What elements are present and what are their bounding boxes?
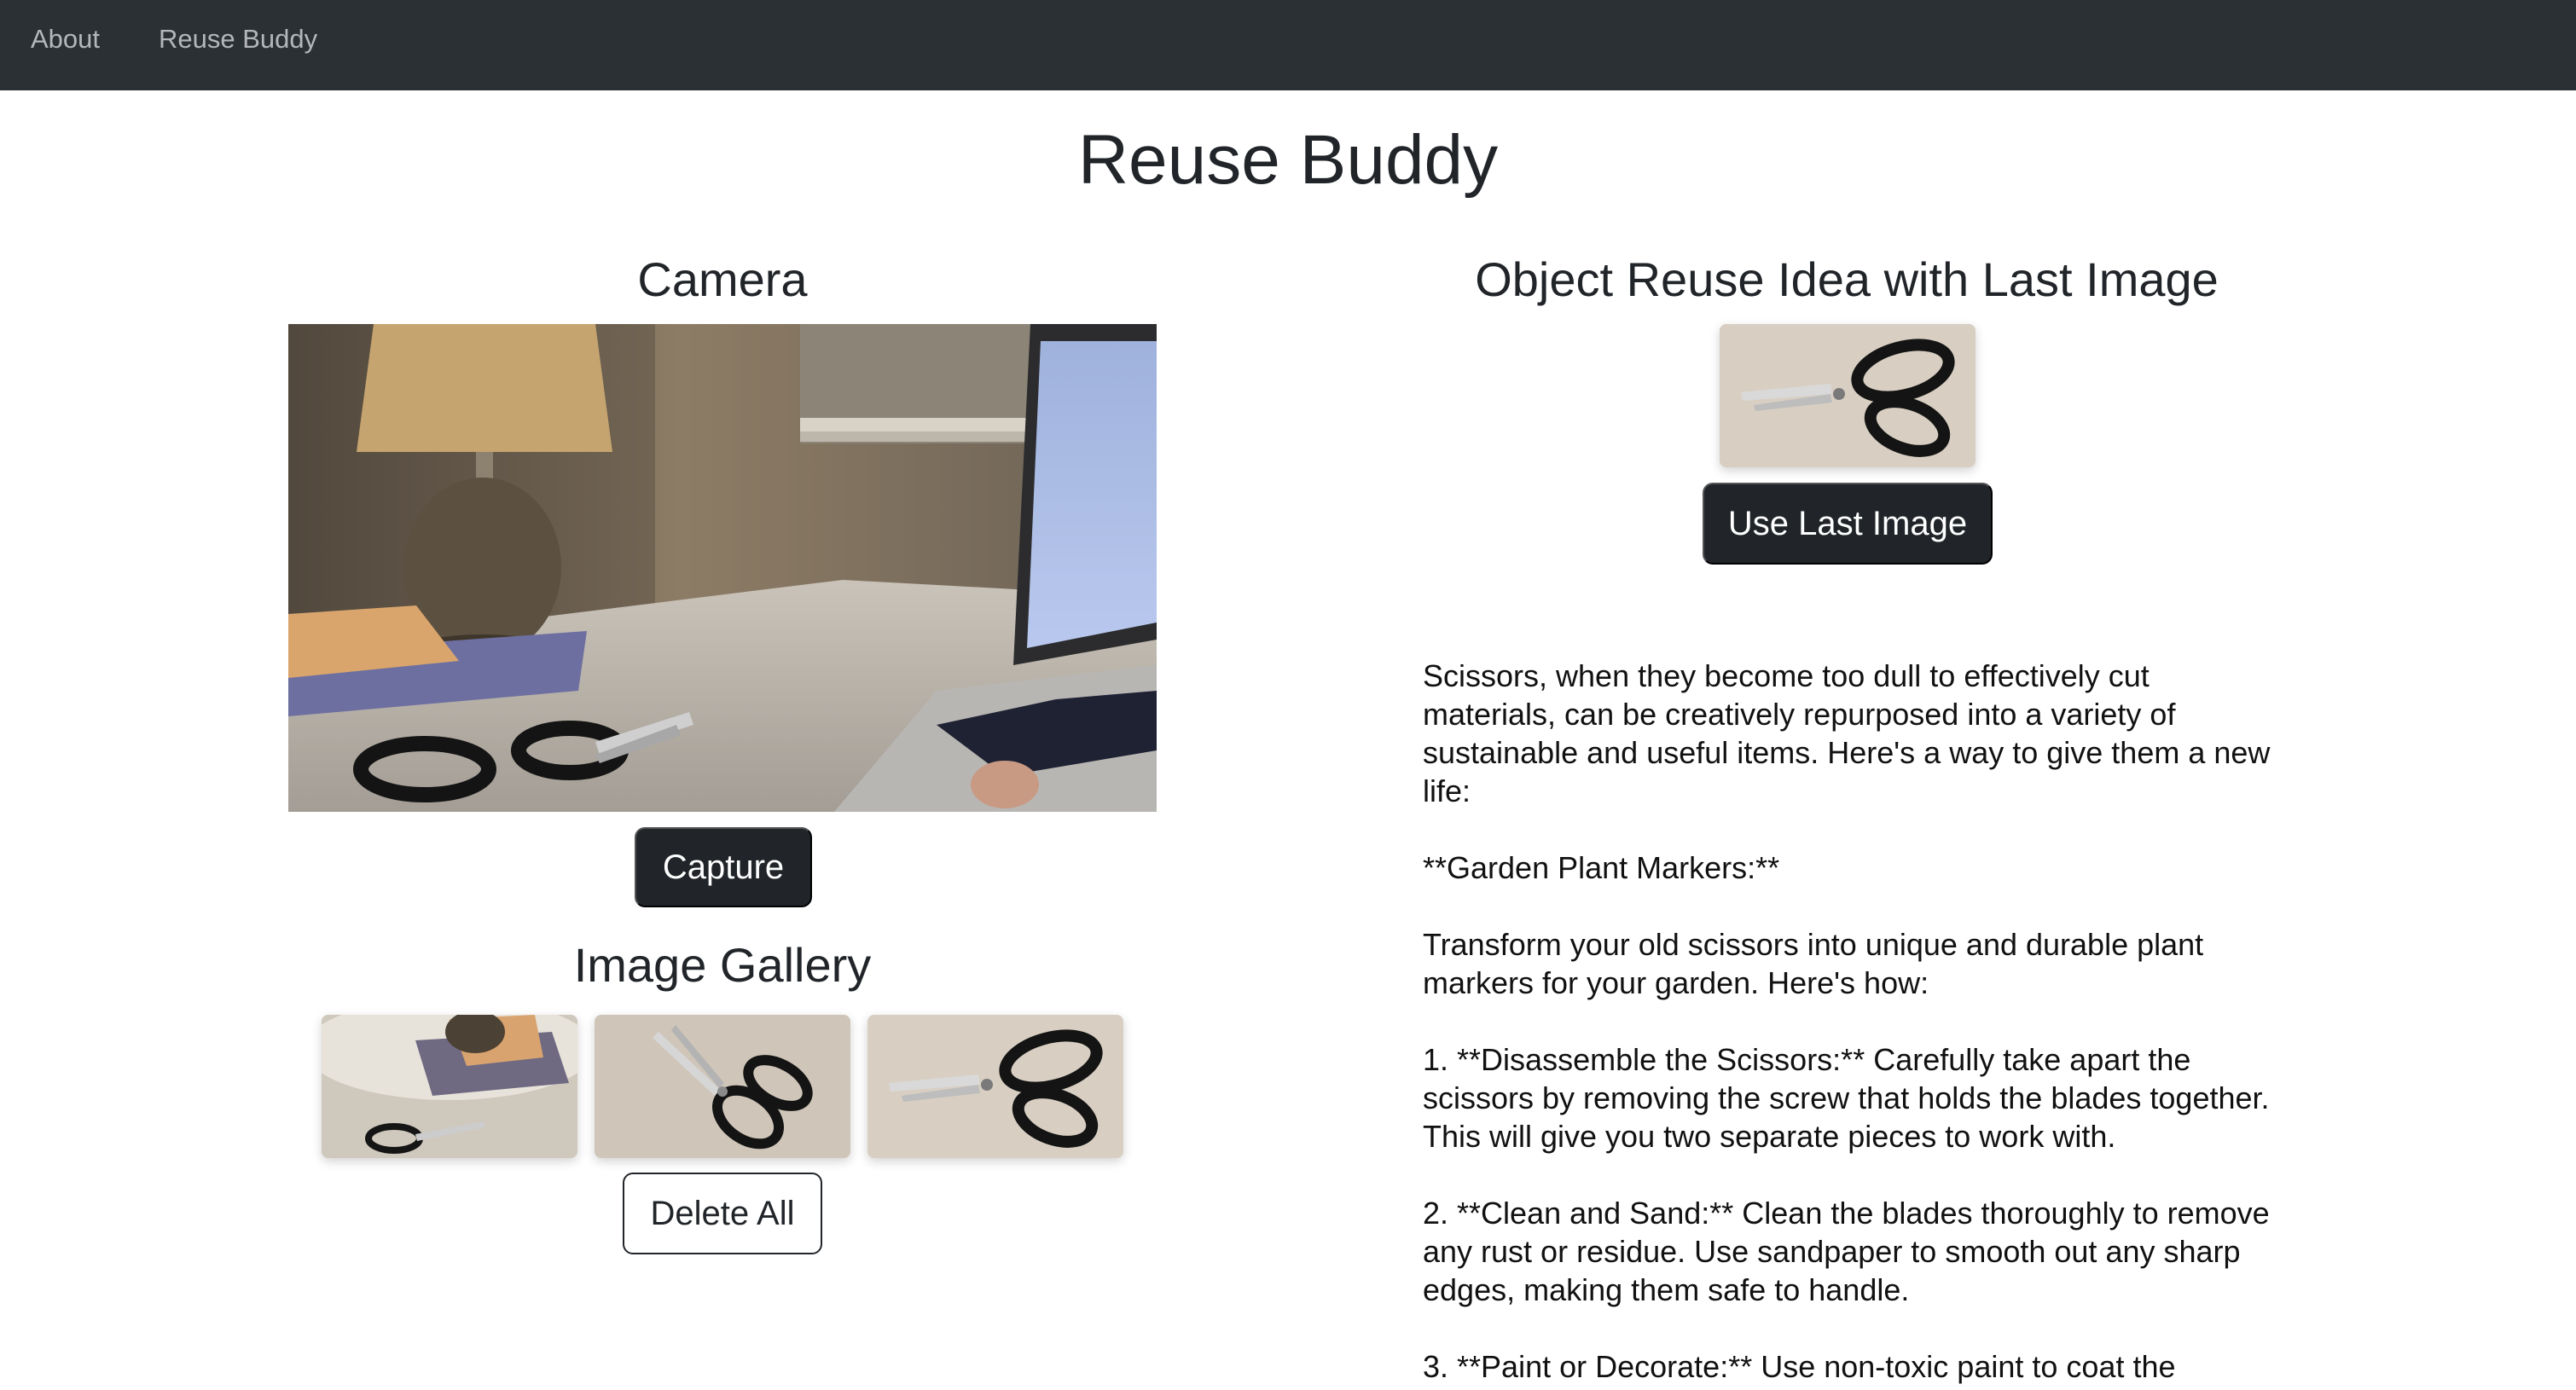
gallery-image-2[interactable] (595, 1015, 850, 1158)
reuse-idea-text: Scissors, when they become too dull to e… (1423, 657, 2276, 1386)
desk-scene-photo (322, 1015, 577, 1158)
camera-title: Camera (637, 252, 808, 306)
gallery-image-3[interactable] (867, 1015, 1123, 1158)
image-gallery-title: Image Gallery (573, 938, 872, 992)
camera-feed (288, 324, 1157, 812)
delete-all-button[interactable]: Delete All (623, 1173, 822, 1254)
camera-feed-image (288, 324, 1157, 812)
capture-button[interactable]: Capture (635, 827, 812, 907)
idea-paragraph: 3. **Paint or Decorate:** Use non-toxic … (1423, 1349, 2176, 1384)
last-image-preview (1720, 324, 1976, 467)
idea-paragraph: 1. **Disassemble the Scissors:** Careful… (1423, 1042, 2277, 1154)
idea-paragraph: Scissors, when they become too dull to e… (1423, 658, 2279, 808)
navbar: About Reuse Buddy (0, 0, 2576, 90)
scissors-photo (1720, 324, 1976, 467)
nav-reuse-buddy-link[interactable]: Reuse Buddy (159, 22, 317, 56)
idea-paragraph: Transform your old scissors into unique … (1423, 927, 2213, 1000)
reuse-idea-title: Object Reuse Idea with Last Image (1475, 252, 2219, 306)
use-last-image-button[interactable]: Use Last Image (1703, 483, 1993, 565)
scissors-photo (595, 1015, 850, 1158)
idea-paragraph: 2. **Clean and Sand:** Clean the blades … (1423, 1196, 2278, 1307)
idea-paragraph: **Garden Plant Markers:** (1423, 850, 1780, 885)
nav-about-link[interactable]: About (31, 22, 100, 56)
scissors-photo (867, 1015, 1123, 1158)
gallery-image-1[interactable] (322, 1015, 577, 1158)
page-title: Reuse Buddy (1077, 121, 1499, 199)
